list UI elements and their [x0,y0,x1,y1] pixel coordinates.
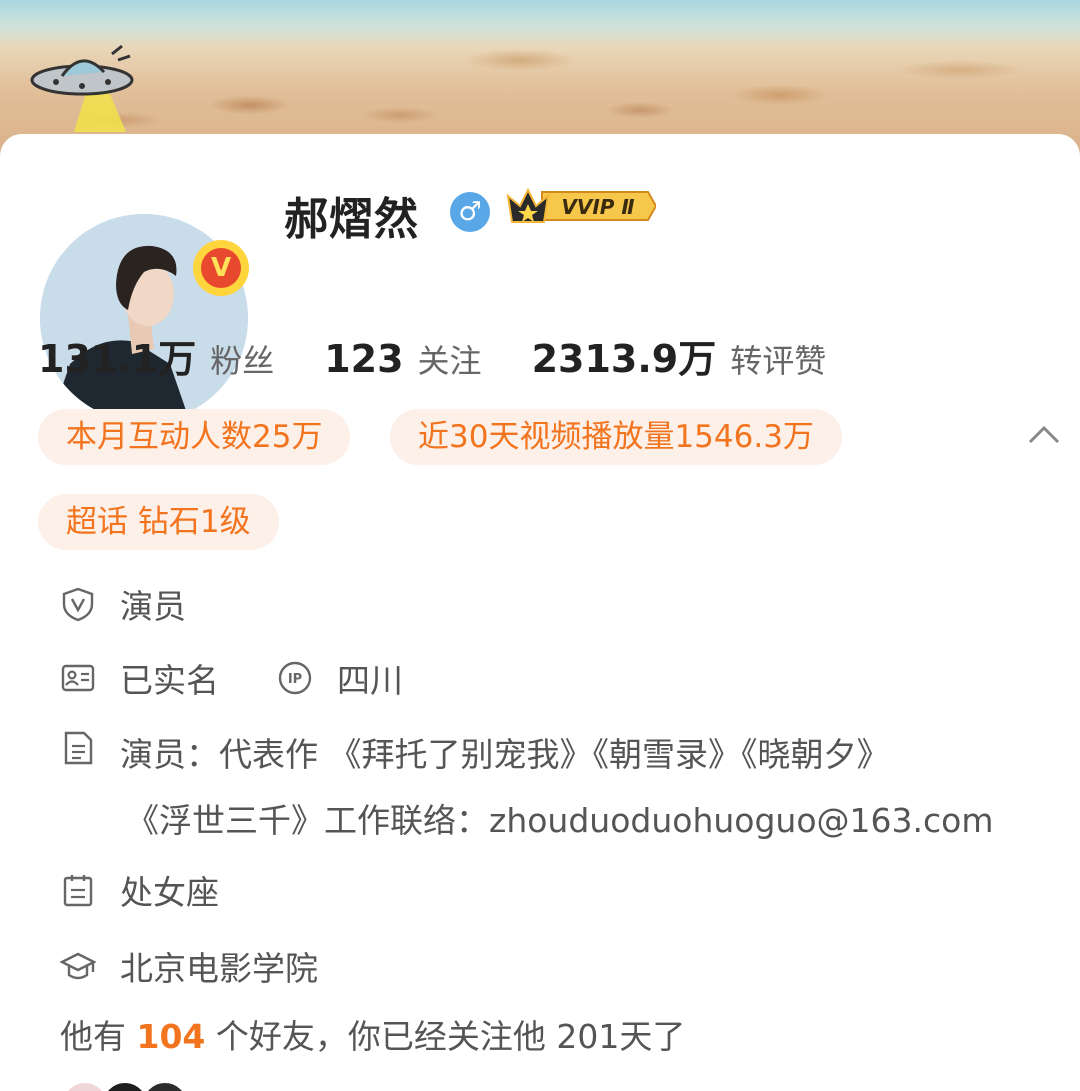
fans-label: 粉丝 [210,342,275,380]
occupation-text: 演员 [120,587,186,626]
zodiac-row: 处女座 [60,866,219,914]
friend-avatars[interactable] [60,1080,200,1091]
occupation-row: 演员 [60,580,186,628]
school-text: 北京电影学院 [120,949,318,988]
fans-stat[interactable]: 131.1万 粉丝 [38,328,274,383]
ip-location-text: 四川 [337,661,403,700]
bio-line-2: 《浮世三千》工作联络：zhouduoduohuoguo@163.com [126,801,994,840]
bio-line-1: 演员：代表作 《拜托了别宠我》《朝雪录》《晓朝夕》 [120,735,890,774]
fans-count: 131.1万 [38,337,197,381]
follow-days: 201 [556,1017,620,1056]
id-card-icon [61,664,95,692]
shield-v-icon [62,587,94,622]
engagement-stat[interactable]: 2313.9万 转评赞 [532,328,827,383]
vvip-badge[interactable]: VVIP Ⅱ [502,182,656,230]
friend-avatar [100,1080,150,1091]
friend-avatar [60,1080,110,1091]
male-icon: ♂ [450,192,490,232]
verified-badge[interactable]: V [193,240,249,296]
identity-row: 已实名 IP 四川 [60,654,403,702]
friend-avatar [140,1080,190,1091]
friends-count: 104 [136,1017,206,1056]
verified-v-icon: V [201,248,241,288]
following-count: 123 [324,337,404,381]
following-stat[interactable]: 123 关注 [324,336,481,382]
friends-suffix: 天了 [619,1017,686,1056]
vvip-label: VVIP Ⅱ [561,195,634,219]
document-icon [64,731,93,765]
zodiac-text: 处女座 [120,873,219,912]
engagement-count: 2313.9万 [531,337,717,381]
profile-page: V 郝熠然 ♂ VVIP Ⅱ 131.1万 粉丝 123 关注 2313.9万 … [0,0,1080,1091]
stats-row: 131.1万 粉丝 123 关注 2313.9万 转评赞 [38,328,876,383]
friends-middle: 个好友，你已经关注他 [215,1017,546,1056]
chevron-up-icon[interactable] [1024,420,1064,450]
friends-summary[interactable]: 他有 104 个好友，你已经关注他 201天了 [60,1010,685,1058]
calendar-icon [63,875,93,907]
following-label: 关注 [417,342,482,380]
real-name-text: 已实名 [120,661,219,700]
friends-prefix: 他有 [60,1017,126,1056]
supertopic-tag[interactable]: 超话 钻石1级 [38,494,279,550]
profile-name: 郝熠然 [284,194,419,245]
ufo-icon [30,44,134,132]
graduation-cap-icon [60,952,96,980]
video-plays-tag[interactable]: 近30天视频播放量1546.3万 [390,409,842,465]
engagement-label: 转评赞 [730,342,827,380]
bio-text: 演员：代表作 《拜托了别宠我》《朝雪录》《晓朝夕》 《浮世三千》工作联络：zho… [120,722,1040,854]
ip-location-icon: IP [278,661,312,695]
monthly-interaction-tag[interactable]: 本月互动人数25万 [38,409,351,465]
school-row[interactable]: 北京电影学院 [60,942,318,990]
svg-text:IP: IP [288,672,302,687]
